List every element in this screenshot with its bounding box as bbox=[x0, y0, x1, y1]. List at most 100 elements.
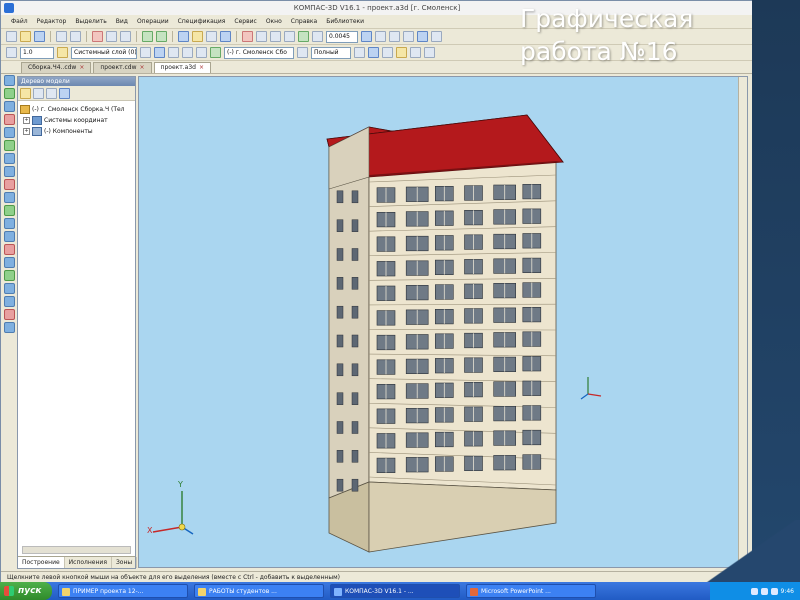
elements-icon[interactable] bbox=[3, 283, 15, 294]
paste-icon[interactable] bbox=[120, 31, 131, 42]
edit-assembly-icon[interactable] bbox=[3, 75, 15, 86]
assembly-icon[interactable] bbox=[210, 47, 221, 58]
spatial-curves-icon[interactable] bbox=[3, 192, 15, 203]
taskbar-item-folder-works[interactable]: РАБОТЫ студентов ... bbox=[194, 584, 324, 598]
reports-icon[interactable] bbox=[3, 322, 15, 333]
viewport-vertical-scrollbar[interactable] bbox=[738, 77, 747, 565]
tree-item-components[interactable]: + (-) Компоненты bbox=[20, 126, 133, 137]
tab-assembly-drawing[interactable]: Сборка.Ч4..cdw × bbox=[21, 62, 92, 73]
rotate-icon[interactable] bbox=[242, 31, 253, 42]
object-select[interactable]: (-) г. Смоленск Сбо bbox=[224, 46, 294, 59]
library-manager-icon[interactable] bbox=[178, 31, 189, 42]
copy-icon[interactable] bbox=[106, 31, 117, 42]
expand-icon[interactable]: + bbox=[23, 117, 30, 124]
volume-icon[interactable] bbox=[760, 587, 768, 595]
perspective-icon[interactable] bbox=[417, 31, 428, 42]
open-folder-icon[interactable] bbox=[20, 31, 31, 42]
hidden-lines-icon[interactable] bbox=[403, 31, 414, 42]
variables-icon[interactable] bbox=[192, 31, 203, 42]
close-icon[interactable]: × bbox=[199, 63, 204, 73]
preview-icon[interactable] bbox=[70, 31, 81, 42]
tab-zones[interactable]: Зоны bbox=[112, 557, 138, 568]
spec-icon[interactable] bbox=[396, 47, 407, 58]
filter-icon[interactable] bbox=[196, 47, 207, 58]
local-cs-icon[interactable] bbox=[182, 47, 193, 58]
help-icon[interactable] bbox=[220, 31, 231, 42]
filter-tools-icon[interactable] bbox=[3, 231, 15, 242]
report-icon[interactable] bbox=[410, 47, 421, 58]
menu-service[interactable]: Сервис bbox=[234, 15, 256, 28]
menu-view[interactable]: Вид bbox=[116, 15, 128, 28]
tree-view-icon[interactable] bbox=[33, 87, 44, 99]
undo-icon[interactable] bbox=[142, 31, 153, 42]
menu-specification[interactable]: Спецификация bbox=[178, 15, 226, 28]
extrude-icon[interactable] bbox=[3, 127, 15, 138]
grid-icon[interactable] bbox=[6, 47, 17, 58]
wireframe-icon[interactable] bbox=[389, 31, 400, 42]
tree-horizontal-scrollbar[interactable] bbox=[22, 546, 131, 554]
taskbar-item-powerpoint[interactable]: Microsoft PowerPoint ... bbox=[466, 584, 596, 598]
layer-properties-icon[interactable] bbox=[140, 47, 151, 58]
layer-select[interactable]: Системный слой (0) bbox=[71, 46, 137, 59]
start-button[interactable]: пуск bbox=[0, 582, 52, 600]
properties-icon[interactable] bbox=[206, 31, 217, 42]
taskbar-item-folder-example[interactable]: ПРИМЕР проекта 12-... bbox=[58, 584, 188, 598]
menu-libraries[interactable]: Библиотеки bbox=[326, 15, 364, 28]
language-icon[interactable] bbox=[770, 587, 778, 595]
tree-item-coordinate-systems[interactable]: + Системы координат bbox=[20, 115, 133, 126]
shaded-icon[interactable] bbox=[375, 31, 386, 42]
save-icon[interactable] bbox=[34, 31, 45, 42]
taskbar-item-kompas[interactable]: КОМПАС-3D V16.1 - ... bbox=[330, 584, 460, 598]
zoom-out-icon[interactable] bbox=[284, 31, 295, 42]
menu-edit[interactable]: Редактор bbox=[37, 15, 67, 28]
tab-project-drawing[interactable]: проект.cdw × bbox=[93, 62, 152, 73]
show-all-icon[interactable] bbox=[312, 31, 323, 42]
diagnostics-icon[interactable] bbox=[3, 205, 15, 216]
mass-icon[interactable] bbox=[382, 47, 393, 58]
measure-icon[interactable] bbox=[368, 47, 379, 58]
tab-versions[interactable]: Исполнения bbox=[65, 557, 112, 568]
new-document-icon[interactable] bbox=[6, 31, 17, 42]
add-component-icon[interactable] bbox=[3, 88, 15, 99]
snap-icon[interactable] bbox=[154, 47, 165, 58]
check-icon[interactable] bbox=[424, 47, 435, 58]
auxiliary-geometry-icon[interactable] bbox=[3, 166, 15, 177]
menu-help[interactable]: Справка bbox=[291, 15, 317, 28]
redo-icon[interactable] bbox=[156, 31, 167, 42]
tree-filter-icon[interactable] bbox=[46, 87, 57, 99]
menu-operations[interactable]: Операции bbox=[137, 15, 169, 28]
ortho-icon[interactable] bbox=[168, 47, 179, 58]
orientation-icon[interactable] bbox=[361, 31, 372, 42]
zoom-in-icon[interactable] bbox=[270, 31, 281, 42]
sheet-metal-icon[interactable] bbox=[3, 244, 15, 255]
mates-icon[interactable] bbox=[3, 101, 15, 112]
close-icon[interactable]: × bbox=[79, 63, 84, 73]
menu-window[interactable]: Окно bbox=[266, 15, 282, 28]
designations-icon[interactable] bbox=[3, 270, 15, 281]
tab-project-model[interactable]: проект.a3d × bbox=[153, 62, 212, 73]
specification-tools-icon[interactable] bbox=[3, 309, 15, 320]
selection-icon[interactable] bbox=[3, 296, 15, 307]
measure-tools-icon[interactable] bbox=[3, 218, 15, 229]
network-icon[interactable] bbox=[750, 587, 758, 595]
tree-options-icon[interactable] bbox=[59, 87, 70, 99]
cut-extrude-icon[interactable] bbox=[3, 140, 15, 151]
zoom-window-icon[interactable] bbox=[256, 31, 267, 42]
model-viewport[interactable]: X Y bbox=[138, 76, 748, 568]
pan-icon[interactable] bbox=[298, 31, 309, 42]
close-icon[interactable]: × bbox=[140, 63, 145, 73]
layer-icon[interactable] bbox=[57, 47, 68, 58]
tree-structure-icon[interactable] bbox=[20, 87, 31, 99]
dimensions-icon[interactable] bbox=[3, 257, 15, 268]
section-icon[interactable] bbox=[431, 31, 442, 42]
print-icon[interactable] bbox=[56, 31, 67, 42]
tree-root[interactable]: (-) г. Смоленск Сборка.Ч (Тел bbox=[20, 104, 133, 115]
expand-icon[interactable]: + bbox=[23, 128, 30, 135]
step-field[interactable]: 0.0045 bbox=[326, 30, 358, 43]
sketch-icon[interactable] bbox=[3, 114, 15, 125]
view-mode-select[interactable]: Полный bbox=[311, 46, 351, 59]
surfaces-icon[interactable] bbox=[3, 179, 15, 190]
display-icon[interactable] bbox=[354, 47, 365, 58]
scale-field[interactable]: 1.0 bbox=[20, 46, 54, 59]
cut-icon[interactable] bbox=[92, 31, 103, 42]
